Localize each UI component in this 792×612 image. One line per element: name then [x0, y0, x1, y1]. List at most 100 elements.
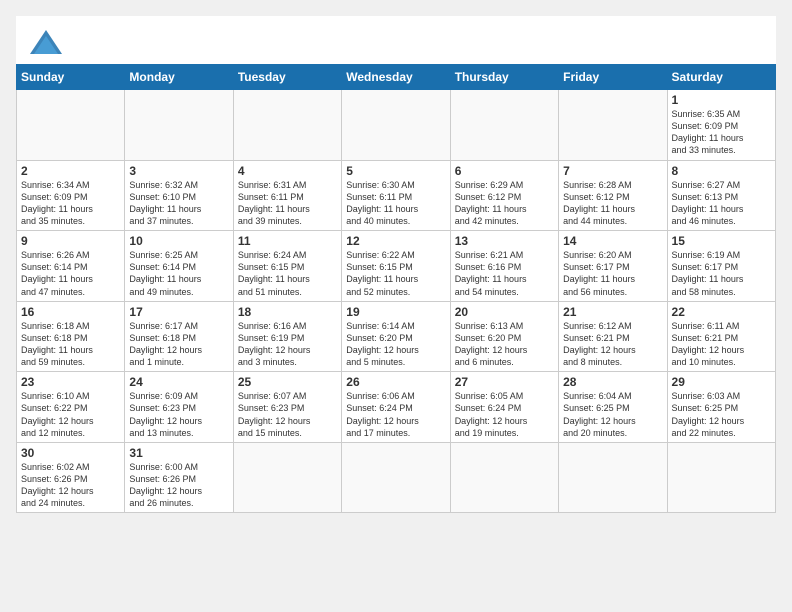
day-number: 26	[346, 375, 445, 389]
day-number: 27	[455, 375, 554, 389]
day-cell	[450, 442, 558, 513]
day-cell	[450, 90, 558, 161]
day-number: 12	[346, 234, 445, 248]
day-cell: 31Sunrise: 6:00 AM Sunset: 6:26 PM Dayli…	[125, 442, 233, 513]
day-number: 8	[672, 164, 771, 178]
day-cell: 10Sunrise: 6:25 AM Sunset: 6:14 PM Dayli…	[125, 231, 233, 302]
day-cell: 14Sunrise: 6:20 AM Sunset: 6:17 PM Dayli…	[559, 231, 667, 302]
day-number: 21	[563, 305, 662, 319]
calendar-table: SundayMondayTuesdayWednesdayThursdayFrid…	[16, 64, 776, 513]
weekday-header-saturday: Saturday	[667, 65, 775, 90]
day-cell: 27Sunrise: 6:05 AM Sunset: 6:24 PM Dayli…	[450, 372, 558, 443]
day-cell: 25Sunrise: 6:07 AM Sunset: 6:23 PM Dayli…	[233, 372, 341, 443]
day-info: Sunrise: 6:22 AM Sunset: 6:15 PM Dayligh…	[346, 249, 445, 298]
day-cell: 21Sunrise: 6:12 AM Sunset: 6:21 PM Dayli…	[559, 301, 667, 372]
day-cell: 30Sunrise: 6:02 AM Sunset: 6:26 PM Dayli…	[17, 442, 125, 513]
day-number: 31	[129, 446, 228, 460]
day-info: Sunrise: 6:12 AM Sunset: 6:21 PM Dayligh…	[563, 320, 662, 369]
weekday-header-thursday: Thursday	[450, 65, 558, 90]
weekday-header-row: SundayMondayTuesdayWednesdayThursdayFrid…	[17, 65, 776, 90]
day-cell: 23Sunrise: 6:10 AM Sunset: 6:22 PM Dayli…	[17, 372, 125, 443]
day-cell: 29Sunrise: 6:03 AM Sunset: 6:25 PM Dayli…	[667, 372, 775, 443]
day-cell: 7Sunrise: 6:28 AM Sunset: 6:12 PM Daylig…	[559, 160, 667, 231]
day-info: Sunrise: 6:31 AM Sunset: 6:11 PM Dayligh…	[238, 179, 337, 228]
day-info: Sunrise: 6:21 AM Sunset: 6:16 PM Dayligh…	[455, 249, 554, 298]
day-number: 29	[672, 375, 771, 389]
day-number: 20	[455, 305, 554, 319]
day-number: 4	[238, 164, 337, 178]
day-info: Sunrise: 6:14 AM Sunset: 6:20 PM Dayligh…	[346, 320, 445, 369]
day-number: 24	[129, 375, 228, 389]
day-cell: 5Sunrise: 6:30 AM Sunset: 6:11 PM Daylig…	[342, 160, 450, 231]
day-info: Sunrise: 6:06 AM Sunset: 6:24 PM Dayligh…	[346, 390, 445, 439]
day-number: 30	[21, 446, 120, 460]
logo	[28, 28, 68, 56]
day-number: 3	[129, 164, 228, 178]
day-info: Sunrise: 6:10 AM Sunset: 6:22 PM Dayligh…	[21, 390, 120, 439]
day-number: 2	[21, 164, 120, 178]
week-row-4: 23Sunrise: 6:10 AM Sunset: 6:22 PM Dayli…	[17, 372, 776, 443]
day-cell: 28Sunrise: 6:04 AM Sunset: 6:25 PM Dayli…	[559, 372, 667, 443]
day-info: Sunrise: 6:34 AM Sunset: 6:09 PM Dayligh…	[21, 179, 120, 228]
day-cell: 24Sunrise: 6:09 AM Sunset: 6:23 PM Dayli…	[125, 372, 233, 443]
day-info: Sunrise: 6:03 AM Sunset: 6:25 PM Dayligh…	[672, 390, 771, 439]
day-cell: 13Sunrise: 6:21 AM Sunset: 6:16 PM Dayli…	[450, 231, 558, 302]
day-number: 15	[672, 234, 771, 248]
day-number: 13	[455, 234, 554, 248]
day-info: Sunrise: 6:32 AM Sunset: 6:10 PM Dayligh…	[129, 179, 228, 228]
day-info: Sunrise: 6:05 AM Sunset: 6:24 PM Dayligh…	[455, 390, 554, 439]
day-number: 9	[21, 234, 120, 248]
day-number: 10	[129, 234, 228, 248]
day-info: Sunrise: 6:09 AM Sunset: 6:23 PM Dayligh…	[129, 390, 228, 439]
weekday-header-sunday: Sunday	[17, 65, 125, 90]
day-number: 1	[672, 93, 771, 107]
week-row-1: 2Sunrise: 6:34 AM Sunset: 6:09 PM Daylig…	[17, 160, 776, 231]
day-cell	[667, 442, 775, 513]
day-cell: 20Sunrise: 6:13 AM Sunset: 6:20 PM Dayli…	[450, 301, 558, 372]
day-cell	[342, 90, 450, 161]
day-info: Sunrise: 6:17 AM Sunset: 6:18 PM Dayligh…	[129, 320, 228, 369]
day-cell	[342, 442, 450, 513]
day-cell	[233, 90, 341, 161]
day-number: 18	[238, 305, 337, 319]
day-cell	[17, 90, 125, 161]
day-cell: 12Sunrise: 6:22 AM Sunset: 6:15 PM Dayli…	[342, 231, 450, 302]
day-info: Sunrise: 6:24 AM Sunset: 6:15 PM Dayligh…	[238, 249, 337, 298]
day-cell: 17Sunrise: 6:17 AM Sunset: 6:18 PM Dayli…	[125, 301, 233, 372]
day-info: Sunrise: 6:07 AM Sunset: 6:23 PM Dayligh…	[238, 390, 337, 439]
day-number: 14	[563, 234, 662, 248]
day-cell: 19Sunrise: 6:14 AM Sunset: 6:20 PM Dayli…	[342, 301, 450, 372]
weekday-header-wednesday: Wednesday	[342, 65, 450, 90]
day-number: 19	[346, 305, 445, 319]
day-info: Sunrise: 6:18 AM Sunset: 6:18 PM Dayligh…	[21, 320, 120, 369]
day-number: 17	[129, 305, 228, 319]
day-info: Sunrise: 6:11 AM Sunset: 6:21 PM Dayligh…	[672, 320, 771, 369]
day-number: 22	[672, 305, 771, 319]
day-info: Sunrise: 6:27 AM Sunset: 6:13 PM Dayligh…	[672, 179, 771, 228]
day-number: 7	[563, 164, 662, 178]
day-cell: 18Sunrise: 6:16 AM Sunset: 6:19 PM Dayli…	[233, 301, 341, 372]
day-info: Sunrise: 6:00 AM Sunset: 6:26 PM Dayligh…	[129, 461, 228, 510]
day-info: Sunrise: 6:35 AM Sunset: 6:09 PM Dayligh…	[672, 108, 771, 157]
day-cell: 6Sunrise: 6:29 AM Sunset: 6:12 PM Daylig…	[450, 160, 558, 231]
day-cell: 15Sunrise: 6:19 AM Sunset: 6:17 PM Dayli…	[667, 231, 775, 302]
weekday-header-tuesday: Tuesday	[233, 65, 341, 90]
day-info: Sunrise: 6:02 AM Sunset: 6:26 PM Dayligh…	[21, 461, 120, 510]
day-cell: 4Sunrise: 6:31 AM Sunset: 6:11 PM Daylig…	[233, 160, 341, 231]
day-number: 23	[21, 375, 120, 389]
day-info: Sunrise: 6:04 AM Sunset: 6:25 PM Dayligh…	[563, 390, 662, 439]
day-cell: 9Sunrise: 6:26 AM Sunset: 6:14 PM Daylig…	[17, 231, 125, 302]
day-cell: 8Sunrise: 6:27 AM Sunset: 6:13 PM Daylig…	[667, 160, 775, 231]
day-cell: 3Sunrise: 6:32 AM Sunset: 6:10 PM Daylig…	[125, 160, 233, 231]
day-cell: 22Sunrise: 6:11 AM Sunset: 6:21 PM Dayli…	[667, 301, 775, 372]
day-cell: 26Sunrise: 6:06 AM Sunset: 6:24 PM Dayli…	[342, 372, 450, 443]
day-cell	[125, 90, 233, 161]
calendar-page: SundayMondayTuesdayWednesdayThursdayFrid…	[16, 16, 776, 513]
logo-icon	[28, 28, 64, 56]
week-row-3: 16Sunrise: 6:18 AM Sunset: 6:18 PM Dayli…	[17, 301, 776, 372]
day-cell	[233, 442, 341, 513]
day-cell	[559, 442, 667, 513]
day-cell	[559, 90, 667, 161]
day-info: Sunrise: 6:28 AM Sunset: 6:12 PM Dayligh…	[563, 179, 662, 228]
week-row-0: 1Sunrise: 6:35 AM Sunset: 6:09 PM Daylig…	[17, 90, 776, 161]
